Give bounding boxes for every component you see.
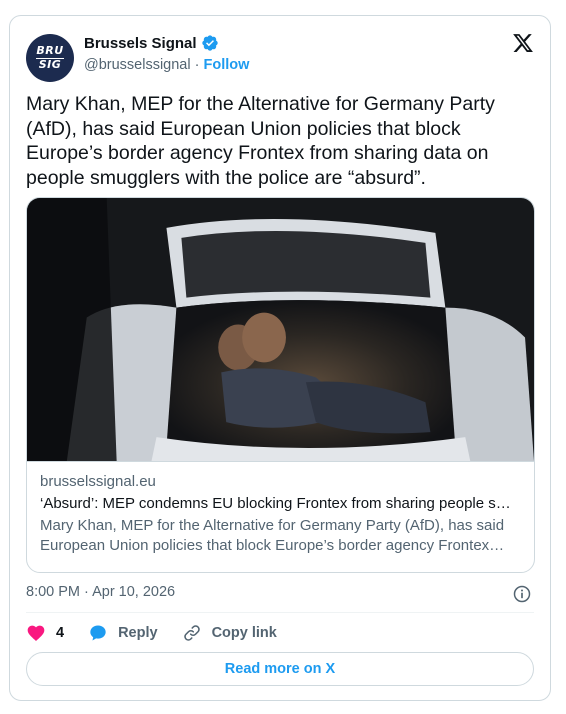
link-description: Mary Khan, MEP for the Alternative for G… — [40, 517, 505, 554]
link-preview-image[interactable] — [27, 198, 534, 462]
tweet-text: Mary Khan, MEP for the Alternative for G… — [26, 93, 495, 189]
link-title[interactable]: ‘Absurd’: MEP condemns EU blocking Front… — [40, 494, 521, 514]
author-name[interactable]: Brussels Signal — [84, 35, 197, 52]
reply-bubble-icon — [90, 625, 106, 641]
follow-button[interactable]: Follow — [204, 57, 250, 73]
divider — [26, 612, 534, 613]
x-logo-icon[interactable] — [512, 32, 534, 54]
copy-link-button[interactable]: Copy link — [182, 623, 277, 643]
author-handle-row: @brusselssignal · Follow — [84, 57, 249, 73]
like-count: 4 — [56, 625, 65, 641]
link-icon — [183, 625, 200, 641]
tweet-timestamp[interactable]: 8:00 PM · Apr 10, 2026 — [26, 584, 175, 600]
action-bar: 4 Reply Copy link — [26, 623, 301, 643]
like-button[interactable]: 4 — [26, 623, 64, 643]
link-preview-card[interactable]: brusselssignal.eu ‘Absurd’: MEP condemns… — [26, 197, 535, 573]
author-handle[interactable]: @brusselssignal — [84, 57, 191, 73]
reply-button[interactable]: Reply — [88, 623, 158, 643]
link-domain: brusselssignal.eu — [40, 473, 156, 490]
avatar[interactable]: BRU SIG — [26, 34, 74, 82]
author-name-row: Brussels Signal — [84, 34, 219, 52]
heart-icon — [27, 625, 45, 641]
info-icon[interactable] — [512, 584, 532, 604]
reply-label: Reply — [118, 625, 158, 641]
read-more-button[interactable]: Read more on X — [26, 652, 534, 686]
verified-badge-icon — [201, 35, 218, 51]
copy-link-label: Copy link — [211, 625, 277, 641]
link-preview-meta: brusselssignal.eu ‘Absurd’: MEP condemns… — [27, 462, 534, 556]
tweet-card: BRU SIG Brussels Signal @brusselssignal … — [9, 15, 551, 701]
separator-dot: · — [194, 57, 200, 73]
